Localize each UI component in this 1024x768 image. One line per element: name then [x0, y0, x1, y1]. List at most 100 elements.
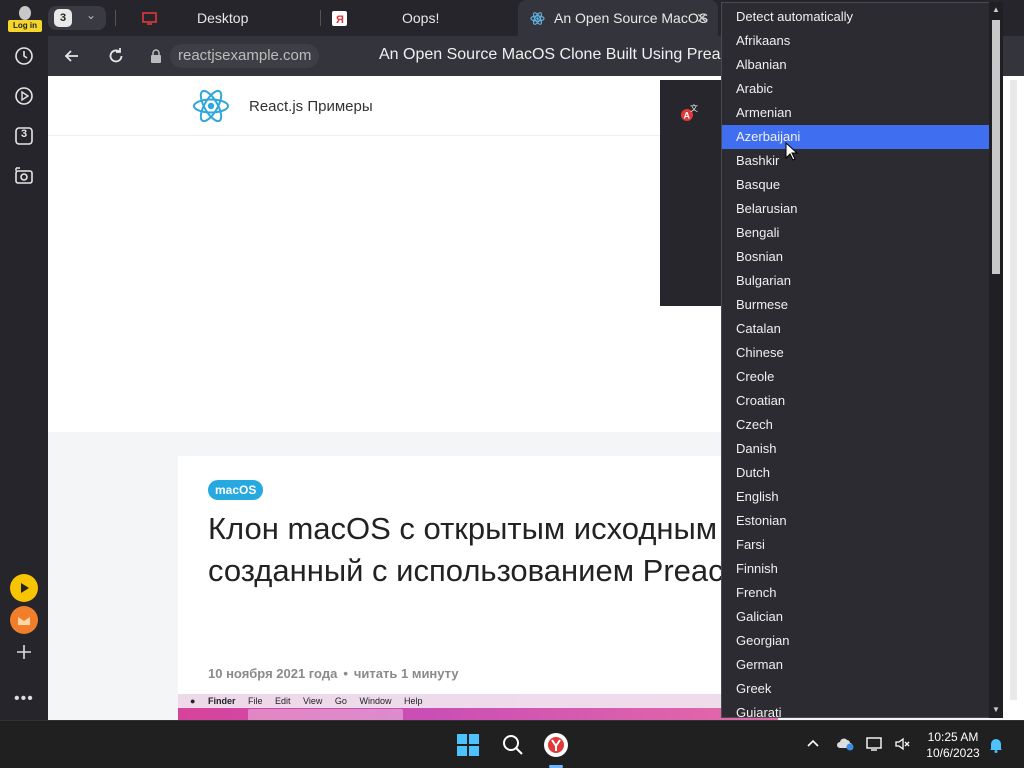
scroll-down-icon[interactable]: ▼ [991, 705, 1001, 715]
language-option[interactable]: Basque [722, 173, 990, 197]
language-option[interactable]: Catalan [722, 317, 990, 341]
language-option[interactable]: Danish [722, 437, 990, 461]
tab-active[interactable]: An Open Source MacOS ✕ [518, 0, 718, 36]
language-option[interactable]: Afrikaans [722, 29, 990, 53]
tab-desktop[interactable]: Desktop [124, 0, 314, 36]
mail-icon[interactable] [10, 606, 38, 634]
login-label: Log in [8, 20, 42, 32]
tabs-counter-label: 3 [20, 128, 28, 140]
language-option[interactable]: Czech [722, 413, 990, 437]
finder-menu-item: Go [334, 696, 347, 706]
tab-divider [320, 10, 321, 26]
finder-menu-item: Help [403, 696, 423, 706]
category-tag[interactable]: macOS [208, 480, 264, 500]
language-option[interactable]: French [722, 581, 990, 605]
system-clock[interactable]: 10:25 AM 10/6/2023 [921, 729, 985, 761]
language-option[interactable]: Greek [722, 677, 990, 701]
svg-text:文: 文 [690, 104, 698, 113]
page-title: An Open Source MacOS Clone Built Using P… [379, 46, 733, 63]
finder-menu-bar: ● Finder File Edit View Go Window Help [178, 694, 778, 708]
mouse-cursor-icon [785, 142, 799, 161]
dropdown-scrollbar[interactable]: ▲ ▼ [989, 2, 1003, 718]
music-icon[interactable] [10, 574, 38, 602]
language-option[interactable]: English [722, 485, 990, 509]
language-option[interactable]: Bulgarian [722, 269, 990, 293]
language-option[interactable]: Galician [722, 605, 990, 629]
yandex-icon: Я [332, 11, 347, 26]
windows-start-icon[interactable] [452, 729, 484, 761]
chevron-up-icon[interactable] [806, 737, 824, 753]
react-icon [530, 12, 545, 25]
tab-divider [115, 10, 116, 26]
onedrive-icon[interactable] [836, 737, 854, 753]
site-name[interactable]: React.js Примеры [249, 98, 373, 115]
language-option[interactable]: Farsi [722, 533, 990, 557]
desktop-icon [142, 12, 157, 25]
react-logo-icon[interactable] [192, 87, 230, 125]
finder-menu-item: View [303, 696, 323, 706]
language-option[interactable]: Bengali [722, 221, 990, 245]
language-option[interactable]: Belarusian [722, 197, 990, 221]
back-icon[interactable] [62, 46, 82, 66]
finder-menu-item: Edit [275, 696, 291, 706]
language-option[interactable]: Estonian [722, 509, 990, 533]
notification-bell-icon[interactable] [988, 737, 1006, 753]
tab-count-badge: 3 [54, 9, 72, 27]
article-card: macOS Клон macOS с открытым исходным код… [178, 456, 821, 720]
finder-menu-item: File [247, 696, 263, 706]
more-icon[interactable]: ••• [14, 690, 34, 708]
screenshot-icon[interactable] [12, 164, 36, 188]
translate-icon[interactable]: A文 [680, 104, 698, 122]
play-icon[interactable] [12, 84, 36, 108]
close-icon[interactable]: ✕ [696, 11, 708, 25]
page-scrollbar[interactable] [1003, 80, 1024, 720]
user-icon [19, 6, 31, 20]
language-option[interactable]: Albanian [722, 53, 990, 77]
tab-group-button[interactable]: 3 ⌄ [48, 6, 106, 30]
volume-muted-icon[interactable] [894, 737, 912, 753]
language-option[interactable]: Gujarati [722, 701, 990, 717]
language-option[interactable]: Arabic [722, 77, 990, 101]
language-option[interactable]: Burmese [722, 293, 990, 317]
url-host: reactjsexample.com [170, 44, 320, 68]
tab-label: Desktop [197, 10, 249, 26]
language-option[interactable]: Dutch [722, 461, 990, 485]
language-option[interactable]: Chinese [722, 341, 990, 365]
search-icon[interactable] [497, 729, 529, 761]
reload-icon[interactable] [106, 46, 126, 66]
tab-label: An Open Source MacOS [554, 10, 709, 26]
language-option[interactable]: Detect automatically [722, 5, 990, 29]
scroll-up-icon[interactable]: ▲ [991, 5, 1001, 15]
dropdown-scrollbar-thumb[interactable] [992, 20, 1000, 274]
yandex-browser-icon[interactable] [540, 729, 572, 761]
network-icon[interactable] [866, 737, 884, 753]
tabs-counter-button[interactable]: 3 [12, 124, 36, 148]
language-option[interactable]: German [722, 653, 990, 677]
language-option[interactable]: Creole [722, 365, 990, 389]
language-dropdown[interactable]: Detect automatically Afrikaans Albanian … [721, 2, 1003, 718]
article-meta: 10 ноября 2021 года • читать 1 минуту [208, 666, 459, 681]
finder-window [248, 709, 403, 720]
finder-menu-item: Finder [207, 696, 236, 706]
apple-icon: ● [190, 696, 196, 706]
profile-button[interactable]: Log in [8, 4, 42, 32]
taskbar: 10:25 AM 10/6/2023 [0, 720, 1024, 768]
add-icon[interactable] [12, 640, 36, 664]
history-icon[interactable] [12, 44, 36, 68]
language-option[interactable]: Finnish [722, 557, 990, 581]
clock-date: 10/6/2023 [926, 746, 980, 760]
language-option[interactable]: Croatian [722, 389, 990, 413]
svg-text:Я: Я [336, 14, 344, 26]
language-option[interactable]: Bashkir [722, 149, 990, 173]
tab-label: Oops! [402, 10, 440, 26]
meta-separator: • [343, 666, 348, 681]
language-option[interactable]: Georgian [722, 629, 990, 653]
chevron-down-icon: ⌄ [86, 8, 97, 22]
language-option[interactable]: Bosnian [722, 245, 990, 269]
language-option-selected[interactable]: Azerbaijani [722, 125, 990, 149]
tab-oops[interactable]: Я Oops! [323, 0, 518, 36]
browser-sidebar: Log in 3 ••• [0, 0, 48, 720]
language-option[interactable]: Armenian [722, 101, 990, 125]
finder-menu-item: Window [359, 696, 392, 706]
page-scrollbar-thumb[interactable] [1010, 80, 1017, 700]
